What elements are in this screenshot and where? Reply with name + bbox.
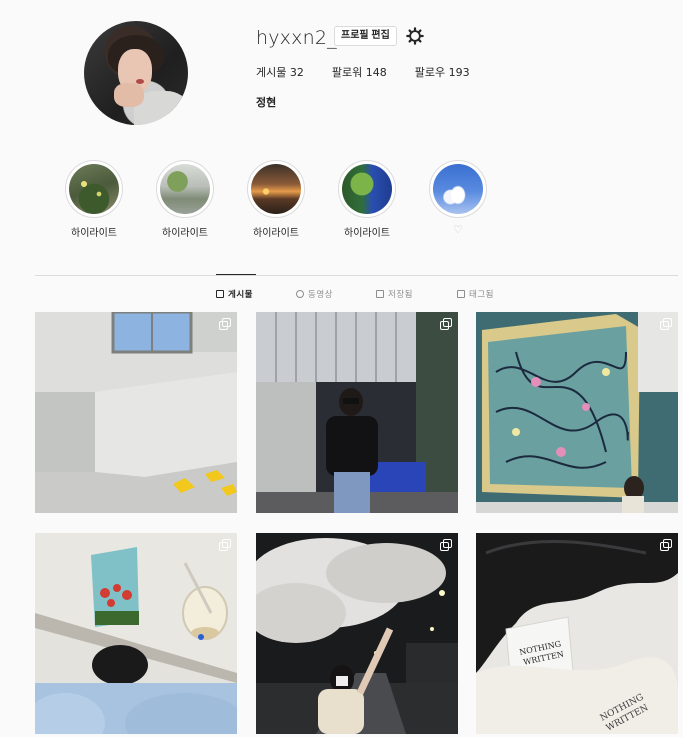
highlight-item[interactable]: ♡ xyxy=(429,160,487,236)
highlight-label: 하이라이트 xyxy=(162,228,208,239)
carousel-icon xyxy=(660,539,672,551)
post-image xyxy=(256,312,458,513)
carousel-icon xyxy=(219,539,231,551)
highlight-ring xyxy=(247,160,305,218)
gear-icon[interactable] xyxy=(406,27,424,45)
highlight-cover xyxy=(251,164,301,214)
tab-tagged[interactable]: 태그됨 xyxy=(457,288,494,300)
carousel-icon xyxy=(660,318,672,330)
highlight-ring xyxy=(338,160,396,218)
posts-label: 게시물 xyxy=(256,66,287,79)
avatar-hand xyxy=(114,83,144,107)
tabs-divider xyxy=(35,275,678,276)
posts-count: 32 xyxy=(289,66,304,79)
post-thumbnail[interactable] xyxy=(476,312,678,513)
following-label: 팔로우 xyxy=(414,66,446,79)
highlight-item[interactable]: 하이라이트 xyxy=(338,160,396,239)
active-tab-indicator xyxy=(216,274,256,275)
tab-videos[interactable]: 동영상 xyxy=(296,288,333,300)
profile-avatar[interactable] xyxy=(84,21,188,125)
post-thumbnail[interactable] xyxy=(35,312,237,513)
highlight-cover xyxy=(69,164,119,214)
tab-posts[interactable]: 게시물 xyxy=(216,288,253,300)
tab-posts-label: 게시물 xyxy=(228,290,253,300)
followers-stat[interactable]: 팔로워 148 xyxy=(332,64,387,80)
followers-label: 팔로워 xyxy=(331,66,363,79)
highlight-cover xyxy=(160,164,210,214)
post-thumbnail[interactable]: NOTHING WRITTEN NOTHING WRITTEN xyxy=(476,533,678,734)
post-thumbnail[interactable] xyxy=(256,533,458,734)
followers-count: 148 xyxy=(365,66,387,79)
post-image xyxy=(35,533,237,734)
bookmark-icon xyxy=(376,290,384,298)
avatar-lip xyxy=(136,79,144,84)
post-image xyxy=(35,312,237,513)
highlight-ring xyxy=(429,160,487,218)
post-thumbnail[interactable] xyxy=(35,533,237,734)
carousel-icon xyxy=(440,318,452,330)
highlight-ring xyxy=(65,160,123,218)
tab-tagged-label: 태그됨 xyxy=(469,290,494,300)
grid-icon xyxy=(216,290,224,298)
highlight-label: 하이라이트 xyxy=(253,228,299,239)
following-stat[interactable]: 팔로우 193 xyxy=(415,64,470,80)
highlight-label: 하이라이트 xyxy=(71,228,117,239)
highlight-ring xyxy=(156,160,214,218)
highlight-label: 하이라이트 xyxy=(344,228,390,239)
tab-saved-label: 저장됨 xyxy=(388,290,413,300)
highlight-item[interactable]: 하이라이트 xyxy=(247,160,305,239)
profile-full-name: 정현 xyxy=(256,96,277,109)
highlight-item[interactable]: 하이라이트 xyxy=(65,160,123,239)
post-thumbnail[interactable] xyxy=(256,312,458,513)
highlight-cover xyxy=(342,164,392,214)
carousel-icon xyxy=(440,539,452,551)
profile-username: hyxxn2_ xyxy=(256,27,337,49)
following-count: 193 xyxy=(448,66,470,79)
edit-profile-button[interactable]: 프로필 편집 xyxy=(334,26,397,46)
heart-icon: ♡ xyxy=(453,223,463,236)
posts-stat: 게시물 32 xyxy=(256,64,304,80)
profile-stats: 게시물 32 팔로워 148 팔로우 193 xyxy=(256,64,498,80)
video-icon xyxy=(296,290,304,298)
tab-saved[interactable]: 저장됨 xyxy=(376,288,413,300)
highlight-cover xyxy=(433,164,483,214)
highlight-item[interactable]: 하이라이트 xyxy=(156,160,214,239)
post-image xyxy=(476,312,678,513)
tab-videos-label: 동영상 xyxy=(308,290,333,300)
tag-icon xyxy=(457,290,465,298)
post-image xyxy=(256,533,458,734)
carousel-icon xyxy=(219,318,231,330)
post-image: NOTHING WRITTEN NOTHING WRITTEN xyxy=(476,533,678,734)
